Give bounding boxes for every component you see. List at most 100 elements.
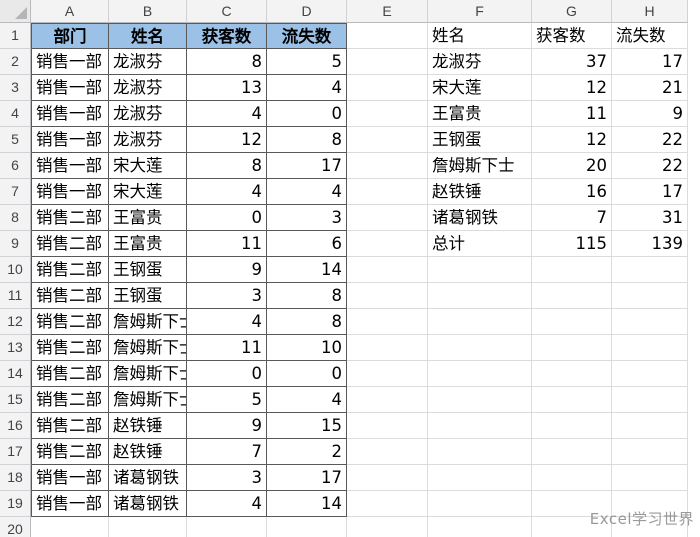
row-header-13[interactable]: 13 bbox=[0, 335, 31, 361]
row-header-15[interactable]: 15 bbox=[0, 387, 31, 413]
summary-cell[interactable]: 20 bbox=[532, 153, 612, 179]
table1-cell[interactable]: 2 bbox=[267, 439, 347, 465]
table1-cell[interactable]: 3 bbox=[187, 465, 267, 491]
cell-empty[interactable] bbox=[347, 127, 428, 153]
summary-cell[interactable]: 9 bbox=[612, 101, 688, 127]
summary-cell[interactable]: 宋大莲 bbox=[428, 75, 532, 101]
table1-cell[interactable]: 11 bbox=[187, 231, 267, 257]
column-header-d[interactable]: D bbox=[267, 0, 347, 23]
summary-cell[interactable] bbox=[532, 283, 612, 309]
row-header-19[interactable]: 19 bbox=[0, 491, 31, 517]
table1-cell[interactable]: 龙淑芬 bbox=[109, 75, 187, 101]
row-header-14[interactable]: 14 bbox=[0, 361, 31, 387]
cell-empty[interactable] bbox=[347, 153, 428, 179]
table1-cell[interactable]: 王富贵 bbox=[109, 205, 187, 231]
table1-cell[interactable]: 9 bbox=[187, 257, 267, 283]
cell-empty[interactable] bbox=[347, 75, 428, 101]
table1-cell[interactable]: 销售二部 bbox=[31, 257, 109, 283]
table1-cell[interactable]: 4 bbox=[187, 309, 267, 335]
table1-cell[interactable]: 8 bbox=[187, 153, 267, 179]
column-header-c[interactable]: C bbox=[187, 0, 267, 23]
cell-empty[interactable] bbox=[347, 283, 428, 309]
summary-cell[interactable]: 赵铁锤 bbox=[428, 179, 532, 205]
row-header-7[interactable]: 7 bbox=[0, 179, 31, 205]
table1-cell[interactable]: 10 bbox=[267, 335, 347, 361]
summary-cell[interactable] bbox=[532, 465, 612, 491]
summary-cell[interactable] bbox=[612, 413, 688, 439]
table1-cell[interactable]: 7 bbox=[187, 439, 267, 465]
table1-cell[interactable]: 5 bbox=[187, 387, 267, 413]
table1-cell[interactable]: 销售二部 bbox=[31, 309, 109, 335]
table1-cell[interactable]: 8 bbox=[267, 127, 347, 153]
select-all-corner[interactable] bbox=[0, 0, 31, 23]
table1-cell[interactable]: 销售二部 bbox=[31, 231, 109, 257]
row-header-5[interactable]: 5 bbox=[0, 127, 31, 153]
table1-cell[interactable]: 9 bbox=[187, 413, 267, 439]
summary-cell[interactable]: 139 bbox=[612, 231, 688, 257]
summary-cell[interactable] bbox=[428, 335, 532, 361]
row-header-20[interactable]: 20 bbox=[0, 517, 31, 537]
table1-cell[interactable]: 4 bbox=[267, 387, 347, 413]
summary-cell[interactable]: 12 bbox=[532, 75, 612, 101]
cell-empty[interactable] bbox=[347, 205, 428, 231]
table1-cell[interactable]: 销售一部 bbox=[31, 75, 109, 101]
summary-cell[interactable]: 11 bbox=[532, 101, 612, 127]
table1-cell[interactable]: 龙淑芬 bbox=[109, 101, 187, 127]
table1-cell[interactable]: 销售二部 bbox=[31, 387, 109, 413]
table1-cell[interactable]: 14 bbox=[267, 257, 347, 283]
cell-empty[interactable] bbox=[347, 231, 428, 257]
cell-empty[interactable] bbox=[347, 23, 428, 49]
row-header-4[interactable]: 4 bbox=[0, 101, 31, 127]
table1-cell[interactable]: 詹姆斯下士 bbox=[109, 361, 187, 387]
table1-cell[interactable]: 0 bbox=[187, 205, 267, 231]
summary-cell[interactable] bbox=[612, 283, 688, 309]
summary-cell[interactable] bbox=[532, 387, 612, 413]
cell-empty[interactable] bbox=[347, 309, 428, 335]
table1-cell[interactable] bbox=[109, 517, 187, 537]
column-header-h[interactable]: H bbox=[612, 0, 688, 23]
summary-cell[interactable]: 詹姆斯下士 bbox=[428, 153, 532, 179]
summary-cell[interactable] bbox=[428, 283, 532, 309]
summary-cell[interactable] bbox=[612, 439, 688, 465]
summary-header-cell[interactable]: 姓名 bbox=[428, 23, 532, 49]
table1-cell[interactable]: 4 bbox=[187, 101, 267, 127]
table1-cell[interactable]: 8 bbox=[267, 309, 347, 335]
cell-empty[interactable] bbox=[347, 361, 428, 387]
cell-empty[interactable] bbox=[347, 517, 428, 537]
summary-cell[interactable] bbox=[428, 387, 532, 413]
table1-cell[interactable]: 销售一部 bbox=[31, 179, 109, 205]
table1-cell[interactable]: 5 bbox=[267, 49, 347, 75]
summary-cell[interactable]: 21 bbox=[612, 75, 688, 101]
table1-cell[interactable]: 17 bbox=[267, 153, 347, 179]
table1-cell[interactable] bbox=[267, 517, 347, 537]
cell-empty[interactable] bbox=[347, 413, 428, 439]
cell-empty[interactable] bbox=[347, 49, 428, 75]
table1-cell[interactable]: 销售二部 bbox=[31, 283, 109, 309]
summary-cell[interactable]: 王富贵 bbox=[428, 101, 532, 127]
table1-cell[interactable]: 4 bbox=[187, 179, 267, 205]
table1-cell[interactable]: 4 bbox=[267, 75, 347, 101]
summary-cell[interactable] bbox=[428, 361, 532, 387]
table1-cell[interactable]: 4 bbox=[187, 491, 267, 517]
summary-cell[interactable] bbox=[612, 309, 688, 335]
summary-cell[interactable]: 17 bbox=[612, 49, 688, 75]
summary-cell[interactable] bbox=[532, 309, 612, 335]
table1-cell[interactable]: 赵铁锤 bbox=[109, 413, 187, 439]
table1-cell[interactable]: 王钢蛋 bbox=[109, 283, 187, 309]
table1-cell[interactable]: 13 bbox=[187, 75, 267, 101]
table1-cell[interactable]: 销售二部 bbox=[31, 413, 109, 439]
summary-cell[interactable]: 31 bbox=[612, 205, 688, 231]
cell-empty[interactable] bbox=[347, 439, 428, 465]
row-header-18[interactable]: 18 bbox=[0, 465, 31, 491]
table1-header-cell[interactable]: 获客数 bbox=[187, 23, 267, 49]
table1-header-cell[interactable]: 姓名 bbox=[109, 23, 187, 49]
table1-cell[interactable]: 11 bbox=[187, 335, 267, 361]
table1-cell[interactable]: 詹姆斯下士 bbox=[109, 335, 187, 361]
summary-cell[interactable]: 总计 bbox=[428, 231, 532, 257]
row-header-11[interactable]: 11 bbox=[0, 283, 31, 309]
row-header-2[interactable]: 2 bbox=[0, 49, 31, 75]
column-header-a[interactable]: A bbox=[31, 0, 109, 23]
cell-empty[interactable] bbox=[347, 101, 428, 127]
summary-header-cell[interactable]: 获客数 bbox=[532, 23, 612, 49]
row-header-3[interactable]: 3 bbox=[0, 75, 31, 101]
